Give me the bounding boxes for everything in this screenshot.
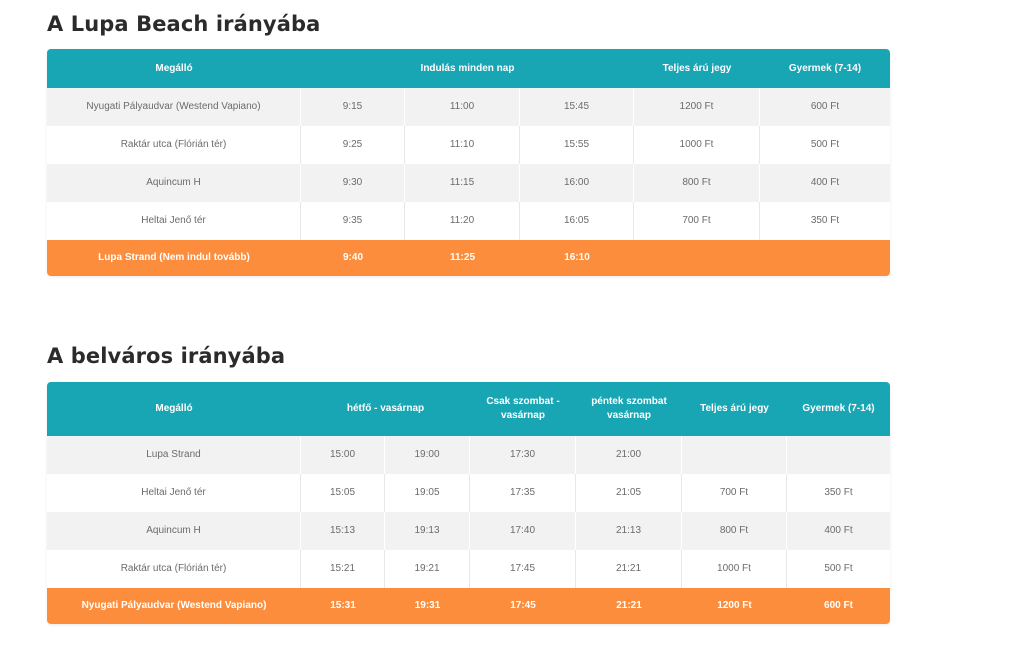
table-header: Megálló Indulás minden nap Teljes árú je… (47, 49, 890, 88)
header-sat-sun-only: Csak szombat - vasárnap (486, 396, 560, 421)
cell-t3: 16:05 (520, 202, 634, 240)
cell-t3: 17:40 (470, 512, 576, 550)
cell-t1: 15:21 (301, 550, 385, 588)
cell-stop: Heltai Jenő tér (47, 474, 301, 512)
cell-child: 600 Ft (810, 101, 840, 112)
final-cell-full (634, 240, 760, 276)
cell-t2: 19:00 (385, 436, 470, 474)
final-cell-child: 600 Ft (824, 600, 853, 611)
final-cell-stop: Nyugati Pályaudvar (Westend Vapiano) (81, 600, 267, 611)
cell-full: 1000 Ft (682, 550, 787, 588)
cell-t1: 15:05 (301, 474, 385, 512)
cell-stop: Aquincum H (47, 164, 301, 202)
cell-t3: 17:45 (470, 550, 576, 588)
cell-t2: 11:20 (405, 202, 520, 240)
table-header: Megálló hétfő - vasárnap Csak szombat - … (47, 382, 890, 436)
cell-t2: 19:05 (385, 474, 470, 512)
cell-full: 800 Ft (634, 164, 760, 202)
final-cell-full: 1200 Ft (717, 600, 752, 611)
header-full-price: Teljes árú jegy (662, 62, 732, 74)
cell-t4: 21:13 (576, 512, 682, 550)
final-cell-t1: 9:40 (342, 252, 363, 263)
final-cell-t2: 11:25 (449, 252, 476, 263)
cell-child: 500 Ft (824, 563, 853, 574)
cell-stop: Raktár utca (Flórián tér) (47, 126, 301, 164)
table-row: Aquincum H 15:13 19:13 17:40 21:13 800 Ft 400 … (47, 512, 890, 550)
table-row: Heltai Jenő tér 15:05 19:05 17:35 21:05 700 F… (47, 474, 890, 512)
cell-full: 800 Ft (682, 512, 787, 550)
cell-child: 350 Ft (810, 215, 840, 226)
cell-t1: 15:13 (301, 512, 385, 550)
header-fri-sat-sun: péntek szombat vasárnap (591, 396, 667, 421)
cell-stop: Aquincum H (47, 512, 301, 550)
table-row: Heltai Jenő tér 9:35 11:20 16:05 700 Ft 350 F… (47, 202, 890, 240)
cell-child: 500 Ft (810, 139, 840, 150)
cell-stop: Raktár utca (Flórián tér) (47, 550, 301, 588)
cell-t1: 9:25 (301, 126, 405, 164)
final-cell-child (760, 240, 890, 276)
table-row: Raktár utca (Flórián tér) 15:21 19:21 17:45… (47, 550, 890, 588)
header-departures: Indulás minden nap (420, 62, 515, 74)
table-row: Raktár utca (Flórián tér) 9:25 11:10 15:55 1… (47, 126, 890, 164)
cell-full: 700 Ft (634, 202, 760, 240)
table-row: Aquincum H 9:30 11:15 16:00 800 Ft 400 Ft (47, 164, 890, 202)
table-row: Lupa Strand 15:00 19:00 17:30 21:00 (47, 436, 890, 474)
cell-t3: 15:45 (520, 88, 634, 126)
cell-t3: 15:55 (520, 126, 634, 164)
cell-child: 350 Ft (824, 487, 853, 498)
cell-t1: 9:30 (301, 164, 405, 202)
cell-t2: 19:13 (385, 512, 470, 550)
final-cell-t3: 16:10 (564, 252, 590, 263)
final-cell-t4: 21:21 (616, 600, 642, 611)
cell-t3: 16:00 (520, 164, 634, 202)
final-cell-t1: 15:31 (330, 600, 356, 611)
cell-full (682, 436, 787, 474)
header-mon-sun: hétfő - vasárnap (346, 403, 425, 414)
cell-child: 400 Ft (810, 177, 840, 188)
cell-full: 1000 Ft (634, 126, 760, 164)
cell-t4: 21:05 (576, 474, 682, 512)
header-stop: Megálló (155, 403, 193, 414)
cell-t4: 21:00 (576, 436, 682, 474)
cell-t2: 11:00 (405, 88, 520, 126)
cell-stop: Lupa Strand (47, 436, 301, 474)
header-stop: Megálló (155, 62, 193, 74)
cell-t2: 19:21 (385, 550, 470, 588)
table-row-final: Nyugati Pályaudvar (Westend Vapiano) 15:3… (47, 588, 890, 624)
timetable-to-city: Megálló hétfő - vasárnap Csak szombat - … (47, 382, 890, 624)
cell-t2: 11:15 (405, 164, 520, 202)
timetable-to-beach: Megálló Indulás minden nap Teljes árú je… (47, 49, 890, 276)
cell-t1: 9:35 (301, 202, 405, 240)
cell-full: 700 Ft (682, 474, 787, 512)
header-child: Gyermek (7-14) (802, 403, 875, 414)
cell-child (787, 436, 890, 474)
header-child: Gyermek (7-14) (788, 62, 862, 74)
final-cell-t2: 19:31 (414, 600, 441, 611)
cell-t3: 17:35 (470, 474, 576, 512)
table-row-final: Lupa Strand (Nem indul tovább) 9:40 11:25 1… (47, 240, 890, 276)
cell-t4: 21:21 (576, 550, 682, 588)
section-title-to-beach: A Lupa Beach irányába (47, 12, 321, 36)
cell-t2: 11:10 (405, 126, 520, 164)
cell-stop: Heltai Jenő tér (47, 202, 301, 240)
cell-full: 1200 Ft (634, 88, 760, 126)
cell-t1: 9:15 (301, 88, 405, 126)
table-row: Nyugati Pályaudvar (Westend Vapiano) 9:15… (47, 88, 890, 126)
section-title-to-city: A belváros irányába (47, 344, 286, 368)
final-cell-stop: Lupa Strand (Nem indul tovább) (98, 252, 250, 263)
cell-child: 400 Ft (824, 525, 853, 536)
header-full-price: Teljes árú jegy (700, 403, 769, 414)
cell-stop: Nyugati Pályaudvar (Westend Vapiano) (47, 88, 301, 126)
cell-t3: 17:30 (470, 436, 576, 474)
cell-t1: 15:00 (301, 436, 385, 474)
final-cell-t3: 17:45 (510, 600, 536, 611)
